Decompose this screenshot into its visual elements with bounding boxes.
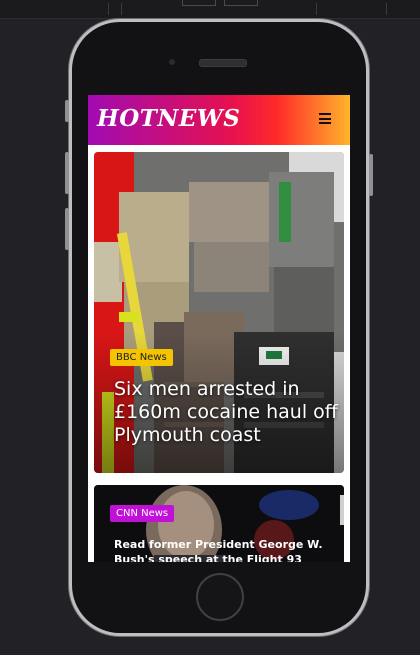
- phone-mockup: HOTNEWS BBC News Six men arrested in £16…: [65, 22, 373, 633]
- home-button[interactable]: [196, 573, 244, 621]
- article-card[interactable]: CNN News Read former President George W.…: [94, 485, 344, 562]
- toolbar-divider: [121, 3, 122, 15]
- article-headline[interactable]: Read former President George W. Bush's s…: [114, 537, 339, 562]
- power-button: [369, 154, 373, 196]
- article-card[interactable]: BBC News Six men arrested in £160m cocai…: [94, 152, 344, 473]
- app-screen: HOTNEWS BBC News Six men arrested in £16…: [88, 95, 350, 562]
- toolbar-field[interactable]: [182, 0, 216, 6]
- hamburger-menu-icon[interactable]: [319, 113, 331, 124]
- source-badge[interactable]: BBC News: [110, 349, 173, 366]
- earpiece-speaker: [199, 59, 247, 67]
- mute-switch: [65, 100, 69, 122]
- volume-down-button: [65, 208, 69, 250]
- brand-logo[interactable]: HOTNEWS: [97, 105, 240, 132]
- app-header: HOTNEWS: [88, 95, 350, 145]
- article-headline[interactable]: Six men arrested in £160m cocaine haul o…: [114, 378, 339, 447]
- toolbar-divider: [108, 3, 109, 15]
- source-badge[interactable]: CNN News: [110, 505, 175, 522]
- volume-up-button: [65, 152, 69, 194]
- toolbar-divider: [316, 3, 317, 15]
- front-camera: [169, 59, 175, 65]
- editor-toolbar: [0, 0, 420, 19]
- toolbar-divider: [386, 3, 387, 15]
- toolbar-field[interactable]: [224, 0, 258, 6]
